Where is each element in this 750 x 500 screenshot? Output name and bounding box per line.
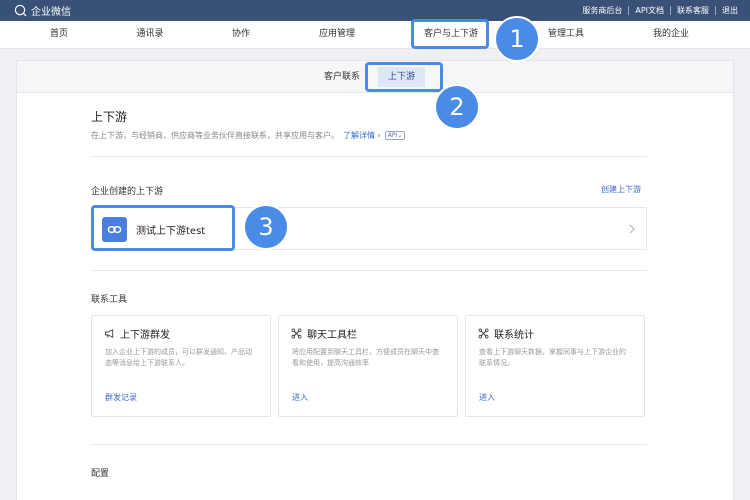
divider bbox=[91, 270, 647, 271]
divider bbox=[670, 6, 671, 15]
step-badge-1: 1 bbox=[494, 16, 540, 62]
divider bbox=[628, 6, 630, 15]
tool-card-broadcast[interactable]: 上下游群发 加入企业上下游的成员，可以群发通知、产品动态等消息给上下游联系人。 … bbox=[91, 315, 271, 417]
top-bar: 企业微信 服务商后台 API文档 联系客服 退出 bbox=[0, 0, 750, 21]
tool-title: 上下游群发 bbox=[120, 330, 170, 341]
tool-title: 聊天工具栏 bbox=[307, 330, 357, 341]
logout-link[interactable]: 退出 bbox=[722, 5, 738, 16]
main-nav: 首页 通讯录 协作 应用管理 客户与上下游 管理工具 我的企业 bbox=[0, 21, 750, 49]
config-section-title: 配置 bbox=[91, 469, 110, 479]
description-text: 在上下游，与经销商、供应商等业务伙伴直接联系，共享应用与客户。 bbox=[91, 131, 339, 140]
divider bbox=[91, 444, 647, 445]
nav-collaboration[interactable]: 协作 bbox=[232, 21, 250, 49]
enter-link[interactable]: 进入 bbox=[292, 392, 308, 403]
step-badge-3: 3 bbox=[243, 204, 289, 250]
divider bbox=[715, 6, 716, 15]
learn-more-link[interactable]: 了解详情 › bbox=[343, 130, 381, 141]
brand-logo[interactable]: 企业微信 bbox=[14, 3, 71, 18]
nav-home[interactable]: 首页 bbox=[50, 21, 68, 49]
create-chain-link[interactable]: 创建上下游 bbox=[601, 184, 641, 195]
toolbar-icon bbox=[291, 328, 302, 339]
megaphone-icon bbox=[104, 329, 114, 338]
highlight-box-tab bbox=[365, 62, 443, 92]
highlight-box-chain bbox=[91, 205, 235, 251]
stats-icon bbox=[478, 328, 489, 339]
page-description: 在上下游，与经销商、供应商等业务伙伴直接联系，共享应用与客户。 了解详情 › A… bbox=[91, 130, 406, 141]
nav-contacts[interactable]: 通讯录 bbox=[136, 21, 163, 49]
tool-description: 查看上下游聊天数据，掌握同事与上下游企业的联系情况。 bbox=[479, 348, 626, 367]
tab-customer-contact[interactable]: 客户联系 bbox=[324, 61, 360, 93]
enter-link[interactable]: 进入 bbox=[479, 392, 495, 403]
nav-app-management[interactable]: 应用管理 bbox=[319, 21, 355, 49]
broadcast-records-link[interactable]: 群发记录 bbox=[105, 392, 137, 403]
api-docs-link[interactable]: API文档 bbox=[635, 5, 664, 16]
tool-description: 加入企业上下游的成员，可以群发通知、产品动态等消息给上下游联系人。 bbox=[105, 348, 252, 367]
nav-management-tools[interactable]: 管理工具 bbox=[548, 21, 584, 49]
provider-console-link[interactable]: 服务商后台 bbox=[582, 5, 622, 16]
tool-description: 将应用配置到聊天工具栏，方便成员在聊天中查看和使用，提高沟通效率 bbox=[292, 348, 439, 367]
divider bbox=[91, 156, 647, 157]
tools-section-title: 联系工具 bbox=[91, 295, 128, 305]
contact-support-link[interactable]: 联系客服 bbox=[677, 5, 709, 16]
content-card: 客户联系 上下游 bbox=[16, 60, 734, 500]
tool-card-contact-stats[interactable]: 联系统计 查看上下游聊天数据，掌握同事与上下游企业的联系情况。 进入 bbox=[465, 315, 645, 417]
wecom-logo-icon bbox=[14, 4, 27, 17]
brand-name: 企业微信 bbox=[31, 7, 71, 18]
top-links: 服务商后台 API文档 联系客服 退出 bbox=[582, 5, 738, 16]
page-title: 上下游 bbox=[91, 110, 128, 124]
highlight-box-nav bbox=[411, 19, 489, 49]
api-tag[interactable]: API⌄ bbox=[384, 131, 406, 140]
tool-card-chat-toolbar[interactable]: 聊天工具栏 将应用配置到聊天工具栏，方便成员在聊天中查看和使用，提高沟通效率 进… bbox=[278, 315, 458, 417]
step-badge-2: 2 bbox=[434, 84, 480, 130]
chevron-right-icon bbox=[629, 224, 635, 234]
nav-my-company[interactable]: 我的企业 bbox=[653, 21, 689, 49]
chains-section-title: 企业创建的上下游 bbox=[91, 187, 164, 197]
tool-title: 联系统计 bbox=[494, 330, 534, 341]
